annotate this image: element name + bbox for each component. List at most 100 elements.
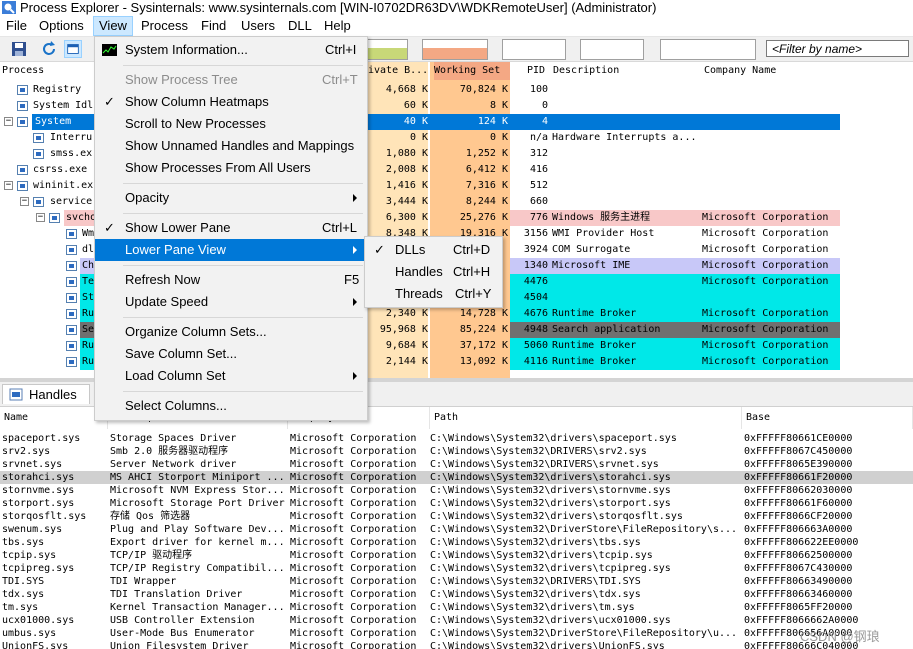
- menu-process[interactable]: Process: [136, 17, 193, 35]
- menu-item-show-unnamed-handles[interactable]: Show Unnamed Handles and Mappings: [95, 135, 367, 157]
- collapse-icon[interactable]: −: [4, 181, 13, 190]
- dll-row[interactable]: tm.sys Kernel Transaction Manager... Micro…: [0, 601, 913, 614]
- save-icon[interactable]: [10, 40, 28, 58]
- process-icon: [66, 245, 77, 255]
- menu-find[interactable]: Find: [196, 17, 231, 35]
- menu-item-organize-column-sets[interactable]: Organize Column Sets...: [95, 321, 367, 343]
- submenu-arrow-icon: [353, 194, 357, 202]
- network-graph[interactable]: [580, 39, 644, 60]
- menu-item-show-processes-all-users[interactable]: Show Processes From All Users: [95, 157, 367, 179]
- dll-company: Microsoft Corporation: [290, 511, 417, 522]
- dll-base: 0xFFFFF80661F60000: [744, 498, 853, 509]
- menu-shortcut: Ctrl+I: [325, 42, 357, 57]
- menu-users[interactable]: Users: [236, 17, 280, 35]
- dll-row[interactable]: ucx01000.sys USB Controller Extension Micr…: [0, 614, 913, 627]
- menu-dll[interactable]: DLL: [283, 17, 317, 35]
- menu-view[interactable]: View: [93, 16, 133, 36]
- tab-handles[interactable]: Handles: [2, 384, 90, 404]
- process-icon: [17, 101, 28, 111]
- io-graph[interactable]: [502, 39, 566, 60]
- collapse-icon[interactable]: −: [36, 213, 45, 222]
- disk-graph[interactable]: [660, 39, 756, 60]
- working-set: 7,316 K: [465, 180, 508, 191]
- process-icon: [17, 85, 28, 95]
- column-name[interactable]: Name: [0, 407, 108, 429]
- dll-row[interactable]: tcpip.sys TCP/IP 驱动程序 Microsoft Corporatio…: [0, 549, 913, 562]
- menu-label: Handles: [395, 264, 443, 279]
- dll-name: UnionFS.sys: [2, 641, 69, 649]
- dll-row[interactable]: tcpipreg.sys TCP/IP Registry Compatibil..…: [0, 562, 913, 575]
- dll-row[interactable]: srvnet.sys Server Network driver Microsoft…: [0, 458, 913, 471]
- dll-row[interactable]: storport.sys Microsoft Storage Port Drive…: [0, 497, 913, 510]
- column-private-bytes[interactable]: ivate B...: [368, 62, 428, 80]
- column-description[interactable]: Description: [553, 62, 693, 80]
- menu-item-show-column-heatmaps[interactable]: ✓ Show Column Heatmaps: [95, 91, 367, 113]
- menu-item-show-process-tree[interactable]: Show Process Tree Ctrl+T: [95, 69, 367, 91]
- pid: 416: [529, 164, 548, 175]
- menu-separator: [123, 391, 363, 392]
- dll-desc: 存储 Qos 筛选器: [110, 511, 191, 522]
- pid: 4676: [523, 308, 548, 319]
- filter-input[interactable]: <Filter by name>: [766, 40, 909, 57]
- company: Microsoft Corporation: [702, 260, 829, 271]
- menu-label: Select Columns...: [125, 398, 227, 413]
- memory-graph[interactable]: [422, 39, 488, 60]
- description: Windows 服务主进程: [552, 212, 651, 223]
- private-bytes: 6,300 K: [385, 212, 428, 223]
- dll-row[interactable]: umbus.sys User-Mode Bus Enumerator Microso…: [0, 627, 913, 640]
- dll-row[interactable]: srv2.sys Smb 2.0 服务器驱动程序 Microsoft Corpora…: [0, 445, 913, 458]
- column-company[interactable]: Company Name: [704, 62, 834, 80]
- menu-item-opacity[interactable]: Opacity: [95, 187, 367, 209]
- column-path[interactable]: Path: [430, 407, 742, 429]
- company: Microsoft Corporation: [702, 356, 829, 367]
- menu-item-lower-pane-view[interactable]: Lower Pane View: [95, 239, 367, 261]
- refresh-icon[interactable]: [40, 40, 58, 58]
- menu-item-system-information[interactable]: System Information... Ctrl+I: [95, 39, 367, 61]
- private-bytes: 60 K: [403, 100, 428, 111]
- dll-row[interactable]: storqosflt.sys 存储 Qos 筛选器 Microsoft Corpor…: [0, 510, 913, 523]
- column-pid[interactable]: PID: [527, 62, 551, 80]
- description: Microsoft IME: [552, 260, 631, 271]
- submenu-item-dlls[interactable]: ✓ DLLs Ctrl+D: [365, 239, 502, 261]
- menu-label: Scroll to New Processes: [125, 116, 266, 131]
- collapse-icon[interactable]: −: [20, 197, 29, 206]
- dll-row[interactable]: swenum.sys Plug and Play Software Dev... M…: [0, 523, 913, 536]
- menu-item-save-column-set[interactable]: Save Column Set...: [95, 343, 367, 365]
- column-process[interactable]: Process: [2, 62, 92, 80]
- pid: 776: [529, 212, 548, 223]
- menu-separator: [123, 65, 363, 66]
- menu-options[interactable]: Options: [34, 17, 89, 35]
- private-bytes: 2,144 K: [385, 356, 428, 367]
- description: WMI Provider Host: [552, 228, 655, 239]
- menu-item-load-column-set[interactable]: Load Column Set: [95, 365, 367, 387]
- menu-item-select-columns[interactable]: Select Columns...: [95, 395, 367, 417]
- process-icon: [17, 181, 28, 191]
- dll-row[interactable]: stornvme.sys Microsoft NVM Express Stor..…: [0, 484, 913, 497]
- menu-help[interactable]: Help: [319, 17, 356, 35]
- submenu-item-handles[interactable]: Handles Ctrl+H: [365, 261, 502, 283]
- dll-row[interactable]: TDI.SYS TDI Wrapper Microsoft Corporation C…: [0, 575, 913, 588]
- menu-item-update-speed[interactable]: Update Speed: [95, 291, 367, 313]
- menu-item-show-lower-pane[interactable]: ✓ Show Lower Pane Ctrl+L: [95, 217, 367, 239]
- dll-row[interactable]: tdx.sys TDI Translation Driver Microsoft C…: [0, 588, 913, 601]
- dll-row[interactable]: storahci.sys MS AHCI Storport Miniport ..…: [0, 471, 913, 484]
- collapse-icon[interactable]: −: [4, 117, 13, 126]
- submenu-item-threads[interactable]: Threads Ctrl+Y: [365, 283, 502, 305]
- window-icon[interactable]: [64, 40, 82, 58]
- menu-item-scroll-to-new-processes[interactable]: Scroll to New Processes: [95, 113, 367, 135]
- column-base[interactable]: Base: [742, 407, 913, 429]
- dll-name: tbs.sys: [2, 537, 45, 548]
- pid: 1340: [523, 260, 548, 271]
- column-working-set[interactable]: Working Set: [434, 62, 510, 80]
- process-name: System: [35, 116, 72, 127]
- dll-path: C:\Windows\System32\drivers\storahci.sys: [430, 472, 671, 483]
- working-set: 70,824 K: [459, 84, 508, 95]
- pid: 512: [529, 180, 548, 191]
- lower-pane-view-submenu: ✓ DLLs Ctrl+D Handles Ctrl+H Threads Ctr…: [364, 236, 503, 308]
- menu-item-refresh-now[interactable]: Refresh Now F5: [95, 269, 367, 291]
- dll-row[interactable]: tbs.sys Export driver for kernel m... Micr…: [0, 536, 913, 549]
- dll-row[interactable]: UnionFS.sys Union Filesystem Driver Micros…: [0, 640, 913, 649]
- company: Microsoft Corporation: [702, 308, 829, 319]
- menu-file[interactable]: File: [1, 17, 32, 35]
- dll-row[interactable]: spaceport.sys Storage Spaces Driver Micros…: [0, 432, 913, 445]
